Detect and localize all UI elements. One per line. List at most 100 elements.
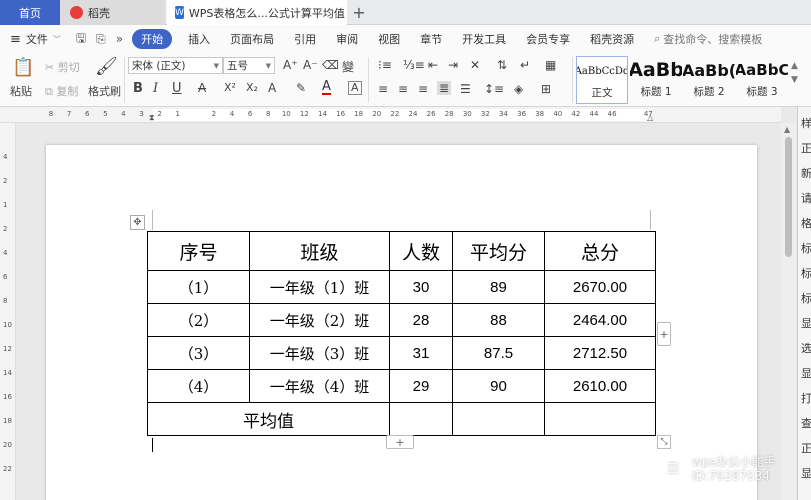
horizontal-ruler[interactable]: 8 7 6 5 4 3 2 1 2 4 6 8 10 12 14 16 18 20 22 24 26 28 30 32 34 36… [0, 107, 781, 123]
task-pane-item[interactable]: 显 [801, 465, 811, 481]
char-border-icon[interactable]: A [348, 81, 362, 95]
header-index[interactable]: 序号 [147, 231, 250, 271]
tab-document[interactable]: W WPS表格怎么...公式计算平均值 ▭ ✕ [167, 0, 347, 25]
font-color-icon[interactable]: A [322, 80, 331, 95]
style-heading-1[interactable]: AaBb 标题 1 [630, 56, 682, 104]
menu-start[interactable]: 开始 [132, 29, 173, 49]
cell-index[interactable]: （1） [147, 270, 250, 304]
task-pane-item[interactable]: 打 [801, 390, 811, 406]
cut-button[interactable]: ✂ 剪切 [45, 59, 80, 75]
cell-class[interactable]: 一年级（1）班 [249, 270, 390, 304]
format-painter-button[interactable]: 格式刷 [88, 83, 121, 99]
task-pane-item[interactable]: 选 [801, 340, 811, 356]
cell-count[interactable]: 28 [389, 303, 453, 337]
tab-docer[interactable]: 稻壳 [60, 0, 165, 25]
menu-membership[interactable]: 会员专享 [516, 31, 580, 47]
cell-class[interactable]: 一年级（2）班 [249, 303, 390, 337]
cell-average[interactable]: 88 [452, 303, 545, 337]
export-icon[interactable]: ⎘ [91, 32, 111, 47]
menu-review[interactable]: 审阅 [326, 31, 368, 47]
show-marks-icon[interactable]: ↵ [520, 58, 530, 72]
task-pane-item[interactable]: 正 [801, 440, 811, 456]
chinese-layout-icon[interactable]: ✕ [470, 58, 480, 72]
tab-home[interactable]: 首页 [0, 0, 60, 25]
styles-scroll-up-icon[interactable]: ▲ [791, 61, 798, 71]
task-pane-item[interactable]: 样 [801, 115, 811, 131]
grow-font-icon[interactable]: A⁺ [283, 58, 298, 72]
header-average[interactable]: 平均分 [452, 231, 545, 271]
bullet-list-icon[interactable]: ⁝≡ [378, 58, 392, 72]
table-move-handle-icon[interactable]: ✥ [130, 215, 145, 230]
menu-developer[interactable]: 开发工具 [452, 31, 516, 47]
file-menu[interactable]: ≡ 文件 ﹀ [0, 31, 71, 47]
more-chevron-icon[interactable]: » [111, 32, 128, 46]
cell-total[interactable]: 2464.00 [544, 303, 656, 337]
cell-count[interactable]: 31 [389, 336, 453, 370]
indent-marker-icon[interactable]: ⧗ [149, 113, 155, 123]
task-pane-item[interactable]: 标 [801, 265, 811, 281]
menu-docer-resources[interactable]: 稻壳资源 [580, 31, 644, 47]
paste-icon[interactable]: 📋 [12, 57, 34, 78]
cell-empty[interactable] [389, 402, 453, 436]
cell-count[interactable]: 30 [389, 270, 453, 304]
cell-empty[interactable] [452, 402, 545, 436]
right-indent-marker-icon[interactable]: △ [647, 113, 653, 122]
cell-class[interactable]: 一年级（3）班 [249, 336, 390, 370]
add-column-button[interactable]: + [657, 322, 671, 346]
strikethrough-button[interactable]: A [198, 81, 206, 95]
borders-icon[interactable]: ⊞ [541, 82, 551, 96]
distribute-icon[interactable]: ☰ [460, 82, 471, 96]
format-painter-icon[interactable]: 🖌 [95, 56, 118, 77]
align-left-icon[interactable]: ≡ [378, 82, 388, 96]
header-count[interactable]: 人数 [389, 231, 453, 271]
cell-empty[interactable] [544, 402, 656, 436]
new-tab-button[interactable]: + [348, 0, 370, 25]
scroll-thumb[interactable] [785, 137, 792, 257]
style-normal[interactable]: AaBbCcDd 正文 [576, 56, 628, 104]
subscript-icon[interactable]: X₂ [246, 81, 258, 94]
cell-average[interactable]: 89 [452, 270, 545, 304]
command-search[interactable]: ⌕ 查找命令、搜索模板 [644, 31, 772, 47]
vertical-ruler[interactable]: 4 2 1 2 4 6 8 10 12 14 16 18 20 22 [0, 123, 16, 500]
copy-button[interactable]: ⧉ 复制 [45, 83, 78, 99]
increase-indent-icon[interactable]: ⇥ [448, 58, 458, 72]
header-total[interactable]: 总分 [544, 231, 656, 271]
data-table[interactable]: 序号 班级 人数 平均分 总分 （1） 一年级（1）班 30 89 2670.0… [147, 231, 656, 436]
align-center-icon[interactable]: ≡ [398, 82, 408, 96]
task-pane-item[interactable]: 新 [801, 165, 811, 181]
task-pane-item[interactable]: 格 [801, 215, 811, 231]
task-pane-item[interactable]: 标 [801, 240, 811, 256]
task-pane-item[interactable]: 查 [801, 415, 811, 431]
superscript-icon[interactable]: X² [224, 81, 236, 94]
text-effect-icon[interactable]: A [268, 81, 276, 95]
phonetic-guide-icon[interactable]: 變 [342, 58, 354, 75]
table-resize-handle-icon[interactable]: ⤡ [657, 435, 671, 449]
cell-index[interactable]: （2） [147, 303, 250, 337]
menu-page-layout[interactable]: 页面布局 [220, 31, 284, 47]
shading-icon[interactable]: ◈ [514, 82, 523, 96]
underline-button[interactable]: U [172, 81, 182, 96]
menu-section[interactable]: 章节 [410, 31, 452, 47]
task-pane-item[interactable]: 请 [801, 190, 811, 206]
menu-view[interactable]: 视图 [368, 31, 410, 47]
align-right-icon[interactable]: ≡ [418, 82, 428, 96]
save-icon[interactable]: 🖫 [71, 29, 91, 50]
task-pane-item[interactable]: 正 [801, 140, 811, 156]
vertical-scrollbar[interactable]: ▲ [781, 123, 796, 500]
style-heading-2[interactable]: AaBb( 标题 2 [683, 56, 735, 104]
line-spacing-icon[interactable]: ↕≡ [484, 82, 504, 96]
cell-total[interactable]: 2712.50 [544, 336, 656, 370]
cell-average-label[interactable]: 平均值 [147, 402, 390, 436]
header-class[interactable]: 班级 [249, 231, 390, 271]
shrink-font-icon[interactable]: A⁻ [303, 58, 318, 72]
task-pane-item[interactable]: 标 [801, 290, 811, 306]
task-pane-item[interactable]: 显 [801, 315, 811, 331]
cell-average[interactable]: 90 [452, 369, 545, 403]
font-size-select[interactable]: 五号 ▼ [223, 57, 275, 74]
styles-scroll-down-icon[interactable]: ▼ [791, 75, 798, 85]
table-tools-icon[interactable]: ▦ [545, 58, 556, 72]
cell-total[interactable]: 2610.00 [544, 369, 656, 403]
menu-references[interactable]: 引用 [284, 31, 326, 47]
bold-button[interactable]: B [133, 81, 143, 96]
add-row-button[interactable]: + [386, 435, 414, 449]
